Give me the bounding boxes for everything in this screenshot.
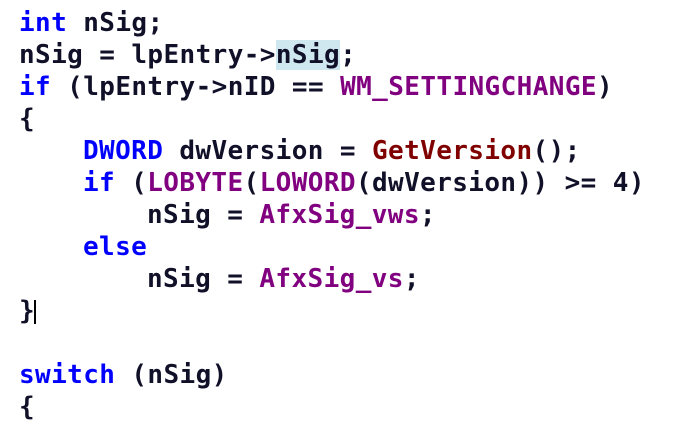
code-line[interactable]: else	[83, 231, 147, 263]
function-token: GetVersion	[371, 136, 533, 166]
code-token: nSig =	[147, 264, 260, 294]
code-editor[interactable]: int nSig; nSig = lpEntry->nSig; if (lpEntr…	[0, 0, 680, 428]
code-line[interactable]: nSig = AfxSig_vws;	[147, 199, 436, 231]
code-line[interactable]: }	[19, 295, 37, 327]
keyword-token: if	[19, 72, 52, 102]
keyword-token: else	[83, 232, 148, 262]
keyword-token: switch	[19, 360, 116, 390]
code-token: ;	[403, 264, 420, 294]
macro-token: WM_SETTINGCHANGE	[340, 72, 597, 102]
code-token: (dwVersion)) >= 4)	[355, 168, 645, 198]
code-token: dwVersion =	[163, 136, 372, 166]
macro-token: LOWORD	[259, 168, 356, 198]
text-caret	[34, 299, 37, 324]
code-line[interactable]: nSig = AfxSig_vs;	[147, 263, 420, 295]
keyword-token: int	[19, 8, 68, 38]
macro-token: AfxSig_vws	[259, 200, 420, 230]
code-token: }	[19, 296, 36, 326]
code-token: )	[596, 72, 613, 102]
code-token: ;	[340, 40, 357, 70]
code-token: nSig = lpEntry->	[19, 40, 276, 70]
code-line[interactable]: if (LOBYTE(LOWORD(dwVersion)) >= 4)	[83, 167, 645, 199]
code-line[interactable]: nSig = lpEntry->nSig;	[19, 39, 356, 71]
code-token: (nSig)	[115, 360, 228, 390]
code-token: (	[243, 168, 260, 198]
code-token: {	[19, 392, 36, 422]
keyword-token: DWORD	[83, 136, 164, 166]
code-token: (lpEntry->nID ==	[51, 72, 341, 102]
code-line[interactable]: {	[19, 103, 35, 135]
code-token: nSig;	[67, 8, 164, 38]
code-token: (	[115, 168, 148, 198]
code-token: ();	[532, 136, 581, 166]
code-line[interactable]: {	[19, 391, 35, 423]
code-line[interactable]: switch (nSig)	[19, 359, 228, 391]
code-token: ;	[419, 200, 436, 230]
macro-token: AfxSig_vs	[259, 264, 404, 294]
code-line[interactable]: if (lpEntry->nID == WM_SETTINGCHANGE)	[19, 71, 613, 103]
code-line[interactable]: DWORD dwVersion = GetVersion();	[83, 135, 581, 167]
keyword-token: if	[83, 168, 116, 198]
code-token: nSig =	[147, 200, 260, 230]
macro-token: LOBYTE	[147, 168, 244, 198]
code-line[interactable]: int nSig;	[19, 7, 164, 39]
code-token: nSig	[275, 40, 341, 70]
code-token: {	[19, 104, 36, 134]
